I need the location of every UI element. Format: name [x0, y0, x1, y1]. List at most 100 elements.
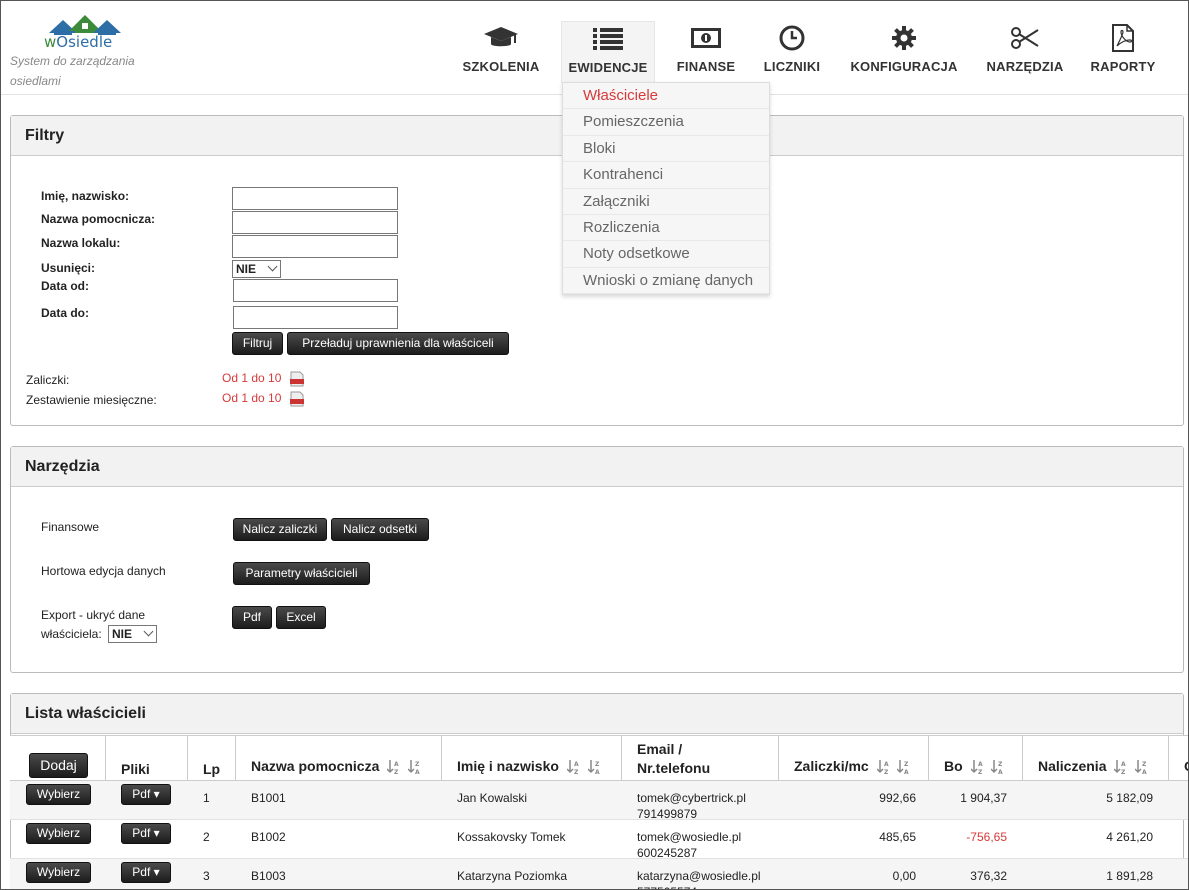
col-more: O: [1168, 736, 1188, 782]
pdf-dropdown-button[interactable]: Pdf ▾: [121, 784, 171, 805]
choose-button[interactable]: Wybierz: [26, 823, 91, 844]
nav-ewidencje[interactable]: EWIDENCJE: [561, 21, 655, 83]
header: wOsiedle System do zarządzania osiedlami…: [1, 1, 1188, 95]
cell-name: Katarzyna Poziomka: [457, 869, 568, 883]
svg-text:A: A: [415, 769, 420, 775]
svg-text:A: A: [394, 761, 399, 768]
monthly-summary-report: Od 1 do 10: [222, 391, 305, 407]
col-aux-name[interactable]: Nazwa pomocnicza AZ ZA: [235, 736, 442, 782]
svg-text:A: A: [998, 769, 1003, 775]
chevron-down-icon: [143, 626, 154, 637]
tagline: System do zarządzania osiedlami: [10, 54, 135, 88]
table-row: Wybierz Pdf ▾ 3 B1003 Katarzyna Poziomka…: [10, 859, 1188, 889]
unit-name-label: Nazwa lokalu:: [41, 236, 121, 250]
monthly-range-link[interactable]: Od 1 do 10: [222, 391, 281, 405]
cell-charges: 1 891,28: [1106, 869, 1153, 883]
unit-name-input[interactable]: [232, 235, 398, 258]
owner-params-button[interactable]: Parametry właścicieli: [233, 562, 370, 585]
menu-item-bloki[interactable]: Bloki: [563, 136, 769, 163]
pdf-dropdown-button[interactable]: Pdf ▾: [121, 862, 171, 883]
aux-name-input[interactable]: [232, 211, 398, 234]
aux-name-label: Nazwa pomocnicza:: [41, 212, 156, 226]
charge-interest-button[interactable]: Nalicz odsetki: [331, 518, 429, 541]
sort-asc-icon[interactable]: AZ: [876, 759, 890, 775]
list-icon: [593, 28, 623, 50]
col-lp: Lp: [187, 736, 236, 782]
col-charges[interactable]: Naliczenia AZ ZA: [1022, 736, 1169, 782]
name-label: Imię, nazwisko:: [41, 189, 130, 203]
sort-desc-icon[interactable]: ZA: [587, 759, 601, 775]
reload-permissions-button[interactable]: Przeładuj uprawnienia dla właściceli: [287, 332, 509, 355]
advances-report: Od 1 do 10: [222, 371, 305, 387]
svg-text:Z: Z: [574, 769, 579, 775]
svg-text:Z: Z: [1142, 761, 1147, 768]
cell-aux: B1003: [251, 869, 286, 883]
col-files: Pliki: [105, 736, 188, 782]
menu-item-pomieszczenia[interactable]: Pomieszczenia: [563, 109, 769, 136]
menu-item-wnioski[interactable]: Wnioski o zmianę danych: [563, 268, 769, 295]
monthly-summary-label: Zestawienie miesięczne:: [26, 393, 157, 407]
col-advances[interactable]: Zaliczki/mc AZ ZA: [778, 736, 929, 782]
menu-item-zalaczniki[interactable]: Załączniki: [563, 189, 769, 215]
svg-text:A: A: [1121, 761, 1126, 768]
caret-down-icon: ▾: [153, 826, 160, 840]
nav-raporty[interactable]: RAPORTY: [1083, 21, 1163, 83]
sort-desc-icon[interactable]: ZA: [991, 759, 1004, 775]
export-label-owner: właściciela:: [41, 627, 102, 641]
date-from-input[interactable]: [233, 279, 398, 302]
cell-advances: 992,66: [879, 791, 916, 805]
name-input[interactable]: [232, 187, 398, 210]
col-full-name[interactable]: Imię i nazwisko AZ ZA: [441, 736, 622, 782]
sort-desc-icon[interactable]: ZA: [1135, 759, 1148, 775]
cell-charges: 4 261,20: [1106, 830, 1153, 844]
table-row: Wybierz Pdf ▾ 1 B1001 Jan Kowalski tomek…: [10, 781, 1188, 821]
app-window: wOsiedle System do zarządzania osiedlami…: [0, 0, 1189, 890]
export-hide-select[interactable]: NIE: [108, 625, 157, 643]
table-row: Wybierz Pdf ▾ 2 B1002 Kossakovsky Tomek …: [10, 820, 1188, 860]
menu-item-rozliczenia[interactable]: Rozliczenia: [563, 215, 769, 242]
menu-item-wlasciciele[interactable]: Właściciele: [563, 83, 769, 110]
col-bo[interactable]: Bo AZ ZA: [928, 736, 1023, 782]
advances-range-link[interactable]: Od 1 do 10: [222, 371, 281, 385]
cell-lp: 3: [203, 869, 210, 883]
sort-asc-icon[interactable]: AZ: [1114, 759, 1127, 775]
tools-panel: Narzędzia Finansowe Nalicz zaliczki Nali…: [10, 446, 1184, 673]
cell-bo: -756,65: [966, 830, 1007, 844]
date-to-input[interactable]: [233, 306, 398, 329]
date-from-label: Data od:: [41, 279, 89, 293]
export-excel-button[interactable]: Excel: [276, 606, 326, 629]
sort-asc-icon[interactable]: AZ: [387, 759, 400, 775]
svg-text:A: A: [884, 761, 889, 768]
cell-contact: tomek@cybertrick.pl 791499879: [637, 791, 746, 821]
export-pdf-button[interactable]: Pdf: [232, 606, 272, 629]
logo-text[interactable]: wOsiedle: [44, 33, 112, 51]
nav-liczniki[interactable]: LICZNIKI: [757, 21, 827, 83]
nav-szkolenia[interactable]: SZKOLENIA: [456, 21, 546, 83]
cell-aux: B1002: [251, 830, 286, 844]
svg-text:Z: Z: [394, 769, 399, 775]
svg-text:Z: Z: [595, 761, 600, 768]
sort-asc-icon[interactable]: AZ: [566, 759, 580, 775]
svg-text:Z: Z: [978, 769, 983, 775]
cell-charges: 5 182,09: [1106, 791, 1153, 805]
sort-desc-icon[interactable]: ZA: [408, 759, 421, 775]
choose-button[interactable]: Wybierz: [26, 784, 91, 805]
pdf-dropdown-button[interactable]: Pdf ▾: [121, 823, 171, 844]
cell-contact: tomek@wosiedle.pl 600245287: [637, 830, 742, 860]
nav-konfiguracja[interactable]: KONFIGURACJA: [843, 21, 965, 83]
deleted-select[interactable]: NIE: [232, 260, 281, 278]
pdf-icon[interactable]: [289, 371, 305, 387]
menu-item-noty-odsetkowe[interactable]: Noty odsetkowe: [563, 241, 769, 268]
choose-button[interactable]: Wybierz: [26, 862, 91, 883]
add-owner-button[interactable]: Dodaj: [29, 753, 88, 778]
charge-advances-button[interactable]: Nalicz zaliczki: [233, 518, 327, 541]
pdf-icon[interactable]: [289, 391, 305, 407]
nav-finanse[interactable]: FINANSE: [669, 21, 743, 83]
bulk-edit-label: Hortowa edycja danych: [41, 564, 166, 578]
filter-button[interactable]: Filtruj: [232, 332, 283, 355]
nav-narzedzia[interactable]: NARZĘDZIA: [980, 21, 1070, 83]
sort-desc-icon[interactable]: ZA: [897, 759, 910, 775]
sort-asc-icon[interactable]: AZ: [970, 759, 984, 775]
menu-item-kontrahenci[interactable]: Kontrahenci: [563, 162, 769, 189]
tools-title: Narzędzia: [11, 447, 1183, 487]
